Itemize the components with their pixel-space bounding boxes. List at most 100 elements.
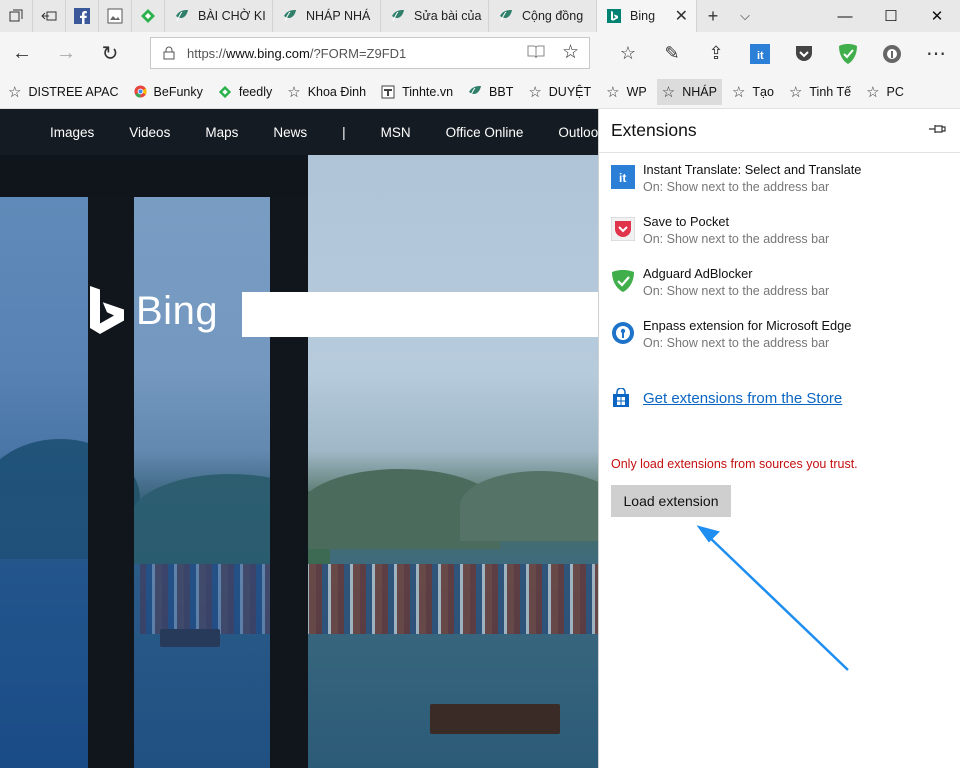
- pin-panel-icon[interactable]: [928, 123, 946, 138]
- fav-distree-apac[interactable]: ☆ DISTREE APAC: [8, 83, 119, 101]
- load-extension-button[interactable]: Load extension: [611, 485, 731, 517]
- store-link-row[interactable]: Get extensions from the Store: [611, 388, 842, 408]
- hub-button[interactable]: ☆: [606, 32, 650, 75]
- leaf-icon: [500, 10, 512, 22]
- web-note-button[interactable]: ✎: [650, 32, 694, 75]
- star-icon: ☆: [731, 83, 746, 101]
- reading-view-icon[interactable]: [527, 44, 545, 63]
- navigation-bar: ← → ↻ https://www.bing.com/?FORM=Z9FD1 ☆…: [0, 32, 960, 75]
- window-close-icon[interactable]: ✕: [914, 0, 960, 32]
- extension-status: On: Show next to the address bar: [643, 232, 830, 246]
- new-tab-button[interactable]: +: [697, 6, 729, 27]
- extension-item-enpass[interactable]: Enpass extension for Microsoft Edge On: …: [611, 317, 851, 352]
- nav-videos[interactable]: Videos: [129, 125, 170, 140]
- tab-cong-dong[interactable]: Cộng đồng: [489, 0, 597, 32]
- refresh-button[interactable]: ↻: [88, 32, 132, 75]
- back-button[interactable]: ←: [0, 32, 44, 75]
- fav-khoa-dinh[interactable]: ☆ Khoa Đinh: [287, 83, 366, 101]
- store-bag-icon: [613, 388, 629, 407]
- fav-tao[interactable]: ☆ Tạo: [732, 83, 774, 101]
- enpass-ext-button[interactable]: [870, 32, 914, 75]
- tab-sua-bai[interactable]: Sửa bài của: [381, 0, 489, 32]
- bing-homepage: Images Videos Maps News | MSN Office Onl…: [0, 109, 598, 768]
- bing-search-input[interactable]: [242, 292, 598, 337]
- fav-feedly[interactable]: feedly: [218, 85, 272, 99]
- adguard-ext-button[interactable]: [826, 32, 870, 75]
- favorite-star-icon[interactable]: ☆: [562, 41, 579, 64]
- tinhte-icon: [381, 85, 395, 98]
- nav-images[interactable]: Images: [50, 125, 94, 140]
- pinned-tab-facebook[interactable]: [66, 0, 99, 32]
- hub-favorites-icon: ☆: [619, 43, 637, 63]
- more-actions-button[interactable]: ⋯: [914, 32, 958, 75]
- fav-tinhte[interactable]: Tinhte.vn: [381, 85, 453, 99]
- extension-name: Instant Translate: Select and Translate: [643, 162, 862, 177]
- bing-top-nav: Images Videos Maps News | MSN Office Onl…: [0, 109, 598, 155]
- adguard-icon: [612, 270, 634, 292]
- extension-item-save-to-pocket[interactable]: Save to Pocket On: Show next to the addr…: [611, 213, 829, 248]
- extension-status: On: Show next to the address bar: [643, 284, 830, 298]
- pocket-icon: [611, 217, 635, 241]
- fav-wp[interactable]: ☆ WP: [606, 83, 647, 101]
- facebook-icon: [74, 8, 90, 24]
- nav-office-online[interactable]: Office Online: [446, 125, 524, 140]
- lock-icon: [151, 46, 187, 60]
- svg-text:it: it: [757, 50, 764, 62]
- get-extensions-link[interactable]: Get extensions from the Store: [643, 390, 842, 407]
- back-arrow-icon: ←: [12, 42, 32, 64]
- nav-news[interactable]: News: [273, 125, 307, 140]
- maximize-icon[interactable]: ☐: [868, 0, 914, 32]
- star-icon: ☆: [606, 83, 620, 101]
- address-bar[interactable]: https://www.bing.com/?FORM=Z9FD1 ☆: [150, 37, 590, 69]
- fav-tinh-te[interactable]: ☆ Tinh Tế: [789, 83, 851, 101]
- close-tab-icon[interactable]: ✕: [675, 6, 688, 26]
- minimize-icon[interactable]: —: [822, 0, 868, 32]
- tab-label: BÀI CHỜ KI: [198, 9, 266, 23]
- restore-tabs-button[interactable]: [33, 0, 66, 32]
- fav-duyet[interactable]: ☆ DUYỆT: [528, 83, 591, 101]
- extension-item-adguard[interactable]: Adguard AdBlocker On: Show next to the a…: [611, 265, 829, 300]
- tab-previews-chevron-icon[interactable]: ⌵: [729, 8, 761, 24]
- tab-bar: BÀI CHỜ KI NHÁP NHÁ Sửa bài của Cộng đồn…: [0, 0, 960, 32]
- refresh-icon: ↻: [101, 43, 119, 65]
- leaf-icon: [392, 10, 404, 22]
- star-icon: ☆: [287, 83, 301, 101]
- feedly-icon: [141, 9, 155, 23]
- enpass-icon: [883, 44, 901, 63]
- star-icon: ☆: [661, 83, 676, 101]
- leaf-icon: [176, 10, 188, 22]
- nav-outlook[interactable]: Outlook: [558, 125, 598, 140]
- nav-maps[interactable]: Maps: [205, 125, 238, 140]
- share-button[interactable]: ⇪: [694, 32, 738, 75]
- forward-button[interactable]: →: [44, 32, 88, 75]
- tab-nhap-nha[interactable]: NHÁP NHÁ: [273, 0, 381, 32]
- extension-name: Enpass extension for Microsoft Edge: [643, 318, 852, 333]
- pocket-ext-button[interactable]: [782, 32, 826, 75]
- image-icon: [107, 8, 123, 24]
- favorites-bar: ☆ DISTREE APAC BeFunky feedly ☆ Khoa Đinh …: [0, 75, 960, 109]
- tab-bai-cho[interactable]: BÀI CHỜ KI: [165, 0, 273, 32]
- adguard-icon: [839, 43, 857, 64]
- extension-status: On: Show next to the address bar: [643, 336, 830, 350]
- url-text: https://www.bing.com/?FORM=Z9FD1: [187, 45, 407, 61]
- extensions-panel: Extensions it Instant Translate: Select …: [598, 109, 960, 768]
- nav-msn[interactable]: MSN: [381, 125, 411, 140]
- panel-header: Extensions: [599, 109, 960, 153]
- instant-translate-ext-button[interactable]: it: [738, 32, 782, 75]
- tab-bing[interactable]: Bing ✕: [597, 0, 697, 32]
- fav-pc[interactable]: ☆ PC: [866, 83, 904, 101]
- leaf-icon: [284, 10, 296, 22]
- fav-nhap[interactable]: ☆ NHÁP: [656, 78, 722, 105]
- pinned-tab-image[interactable]: [99, 0, 132, 32]
- enpass-icon: [612, 322, 634, 344]
- fav-bbt[interactable]: BBT: [468, 85, 513, 99]
- extension-item-instant-translate[interactable]: it Instant Translate: Select and Transla…: [611, 161, 861, 196]
- tab-manager-button[interactable]: [0, 0, 33, 32]
- pocket-icon: [796, 45, 812, 61]
- pinned-tab-feedly[interactable]: [132, 0, 165, 32]
- extension-name: Save to Pocket: [643, 214, 730, 229]
- feedly-icon: [218, 85, 231, 98]
- fav-befunky[interactable]: BeFunky: [133, 85, 203, 99]
- panel-title: Extensions: [611, 120, 697, 140]
- tab-label: Cộng đồng: [522, 9, 584, 23]
